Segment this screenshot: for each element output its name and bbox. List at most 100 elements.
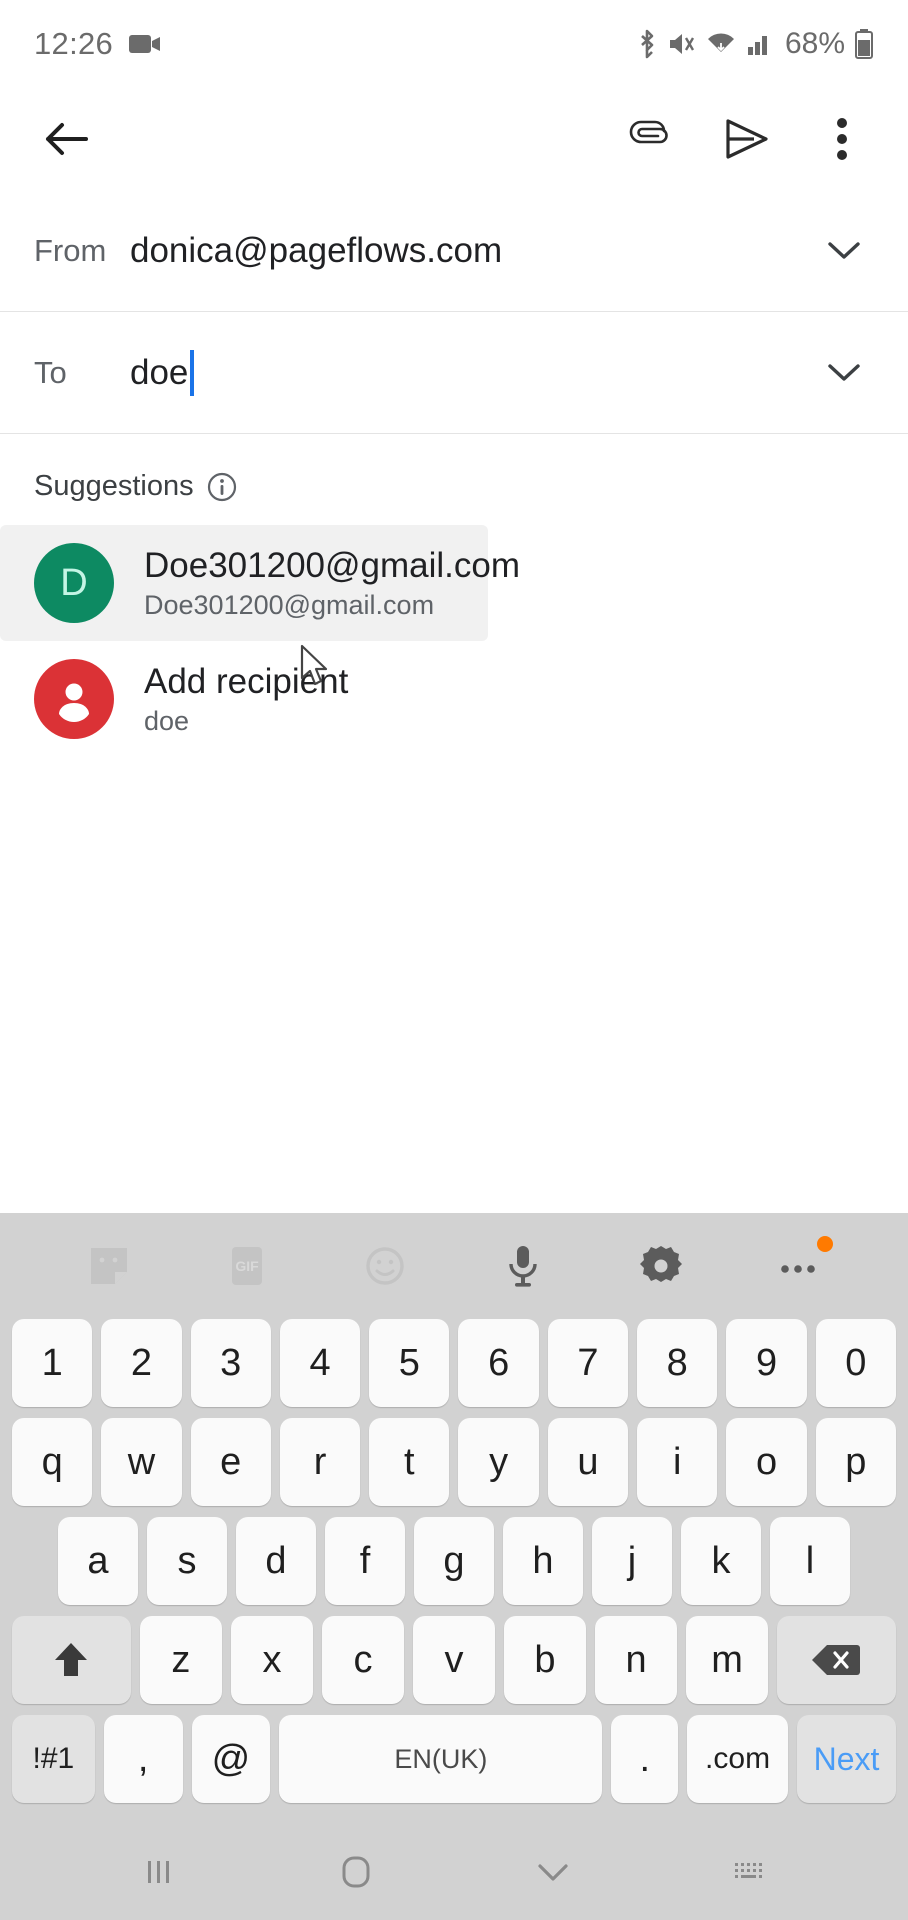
key-s[interactable]: s xyxy=(147,1517,227,1605)
key-2[interactable]: 2 xyxy=(101,1319,182,1407)
key-0[interactable]: 0 xyxy=(815,1319,896,1407)
avatar: D xyxy=(34,543,114,623)
send-button[interactable] xyxy=(708,101,784,177)
key-v[interactable]: v xyxy=(412,1616,495,1704)
microphone-icon-button[interactable] xyxy=(487,1230,559,1302)
keyboard-row-numbers: 1 2 3 4 5 6 7 8 9 0 xyxy=(8,1319,900,1407)
more-vertical-icon xyxy=(834,115,850,163)
chevron-down-icon xyxy=(535,1860,571,1884)
key-m[interactable]: m xyxy=(686,1616,769,1704)
video-camera-icon xyxy=(129,32,161,56)
emoji-icon-button[interactable] xyxy=(349,1230,421,1302)
emoji-icon xyxy=(362,1243,408,1289)
key-z[interactable]: z xyxy=(139,1616,222,1704)
from-expand-button[interactable] xyxy=(814,221,874,281)
key-h[interactable]: h xyxy=(503,1517,583,1605)
key-4[interactable]: 4 xyxy=(279,1319,361,1407)
key-p[interactable]: p xyxy=(815,1418,896,1506)
text-cursor xyxy=(190,349,195,396)
key-6[interactable]: 6 xyxy=(458,1319,539,1407)
system-navigation-bar xyxy=(0,1824,908,1920)
key-1[interactable]: 1 xyxy=(12,1319,93,1407)
key-i[interactable]: i xyxy=(637,1418,718,1506)
key-u[interactable]: u xyxy=(547,1418,629,1506)
app-toolbar xyxy=(0,88,908,190)
suggestion-item-doe301200[interactable]: D Doe301200@gmail.com Doe301200@gmail.co… xyxy=(0,525,520,641)
status-bar: 12:26 68% xyxy=(0,0,908,88)
status-bar-left: 12:26 xyxy=(34,26,161,62)
key-e[interactable]: e xyxy=(190,1418,271,1506)
from-value: donica@pageflows.com xyxy=(130,230,503,270)
suggestion-item-add-recipient[interactable]: Add recipient doe xyxy=(0,641,908,757)
key-f[interactable]: f xyxy=(325,1517,405,1605)
key-9[interactable]: 9 xyxy=(726,1319,807,1407)
key-y[interactable]: y xyxy=(458,1418,539,1506)
key-g[interactable]: g xyxy=(414,1517,494,1605)
battery-icon xyxy=(854,28,874,60)
key-t[interactable]: t xyxy=(369,1418,450,1506)
back-arrow-icon xyxy=(42,117,90,161)
to-expand-button[interactable] xyxy=(814,343,874,403)
period-key[interactable]: . xyxy=(611,1715,679,1803)
key-o[interactable]: o xyxy=(726,1418,807,1506)
to-field-row[interactable]: To doe xyxy=(0,312,908,434)
dotcom-key[interactable]: .com xyxy=(687,1715,789,1803)
more-dots-icon xyxy=(776,1256,822,1276)
settings-gear-icon-button[interactable] xyxy=(625,1230,697,1302)
key-b[interactable]: b xyxy=(503,1616,586,1704)
key-7[interactable]: 7 xyxy=(547,1319,629,1407)
compose-area: From donica@pageflows.com To doe Suggest… xyxy=(0,190,908,1213)
key-k[interactable]: k xyxy=(681,1517,761,1605)
gif-icon-button[interactable]: GIF xyxy=(211,1230,283,1302)
at-key[interactable]: @ xyxy=(191,1715,271,1803)
suggestion-primary: Add recipient xyxy=(144,661,349,701)
key-n[interactable]: n xyxy=(595,1616,678,1704)
hide-keyboard-button[interactable] xyxy=(513,1837,593,1907)
keyboard-switch-icon xyxy=(732,1858,768,1886)
compose-email-screen: 12:26 68% From donica@pageflows.com To d… xyxy=(0,0,908,1920)
to-input[interactable]: doe xyxy=(130,349,814,396)
key-d[interactable]: d xyxy=(236,1517,316,1605)
send-icon xyxy=(720,115,772,163)
status-bar-right: 68% xyxy=(635,27,874,61)
suggestions-title: Suggestions xyxy=(34,470,194,502)
keyboard-switch-button[interactable] xyxy=(710,1837,790,1907)
key-5[interactable]: 5 xyxy=(369,1319,450,1407)
virtual-keyboard: GIF 1 2 3 4 5 6 7 8 9 0 q w e r t y u i … xyxy=(0,1213,908,1824)
recent-apps-button[interactable] xyxy=(119,1837,199,1907)
next-key[interactable]: Next xyxy=(797,1715,896,1803)
svg-text:GIF: GIF xyxy=(235,1258,259,1274)
info-icon[interactable] xyxy=(206,471,238,503)
shift-key[interactable] xyxy=(12,1616,131,1704)
key-x[interactable]: x xyxy=(230,1616,313,1704)
from-field-row[interactable]: From donica@pageflows.com xyxy=(0,190,908,312)
sticker-icon-button[interactable] xyxy=(73,1230,145,1302)
key-l[interactable]: l xyxy=(770,1517,850,1605)
more-options-button[interactable] xyxy=(804,101,880,177)
from-label: From xyxy=(34,232,107,268)
notification-badge xyxy=(817,1236,833,1252)
key-j[interactable]: j xyxy=(592,1517,672,1605)
suggestion-text: Doe301200@gmail.com Doe301200@gmail.com xyxy=(144,546,520,621)
suggestions-list: D Doe301200@gmail.com Doe301200@gmail.co… xyxy=(0,525,908,757)
key-c[interactable]: c xyxy=(321,1616,404,1704)
key-8[interactable]: 8 xyxy=(637,1319,718,1407)
key-3[interactable]: 3 xyxy=(190,1319,271,1407)
symbols-key[interactable]: !#1 xyxy=(12,1715,95,1803)
key-r[interactable]: r xyxy=(279,1418,361,1506)
suggestion-secondary: Doe301200@gmail.com xyxy=(144,589,435,620)
more-dots-icon-button[interactable] xyxy=(763,1230,835,1302)
attach-button[interactable] xyxy=(612,101,688,177)
key-q[interactable]: q xyxy=(12,1418,93,1506)
home-button[interactable] xyxy=(316,1837,396,1907)
backspace-key[interactable] xyxy=(777,1616,896,1704)
battery-percent: 68% xyxy=(784,27,845,60)
space-key[interactable]: EN(UK) xyxy=(279,1715,603,1803)
status-time: 12:26 xyxy=(34,26,114,61)
back-button[interactable] xyxy=(28,101,104,177)
comma-key[interactable]: , xyxy=(103,1715,183,1803)
shift-icon xyxy=(51,1638,91,1682)
key-a[interactable]: a xyxy=(58,1517,138,1605)
key-w[interactable]: w xyxy=(101,1418,182,1506)
